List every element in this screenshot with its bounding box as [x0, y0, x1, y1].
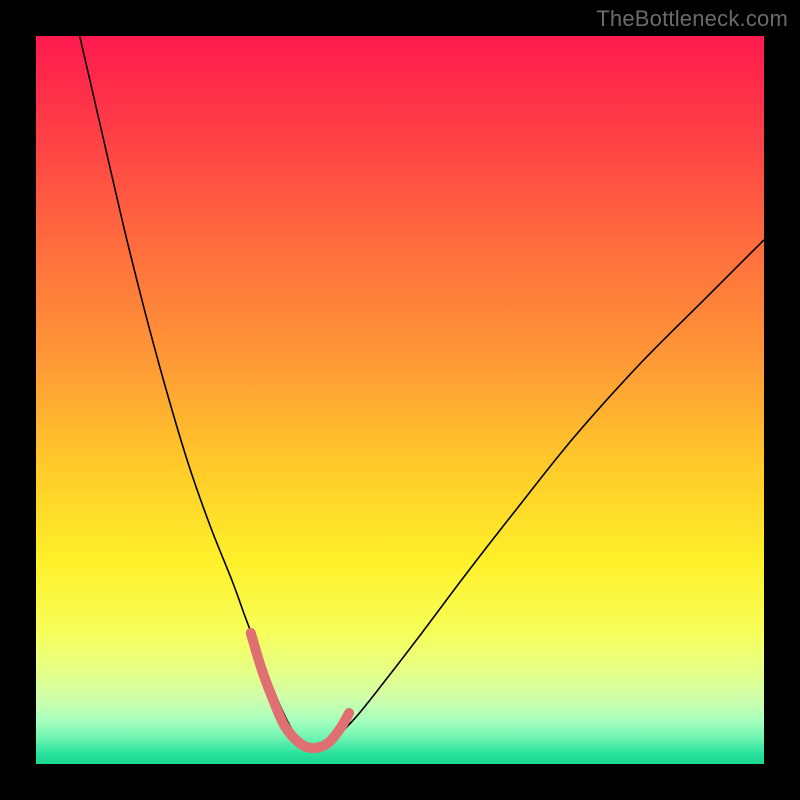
chart-svg	[36, 36, 764, 764]
plot-area	[36, 36, 764, 764]
watermark-text: TheBottleneck.com	[596, 6, 788, 32]
chart-background	[36, 36, 764, 764]
chart-frame: TheBottleneck.com	[0, 0, 800, 800]
